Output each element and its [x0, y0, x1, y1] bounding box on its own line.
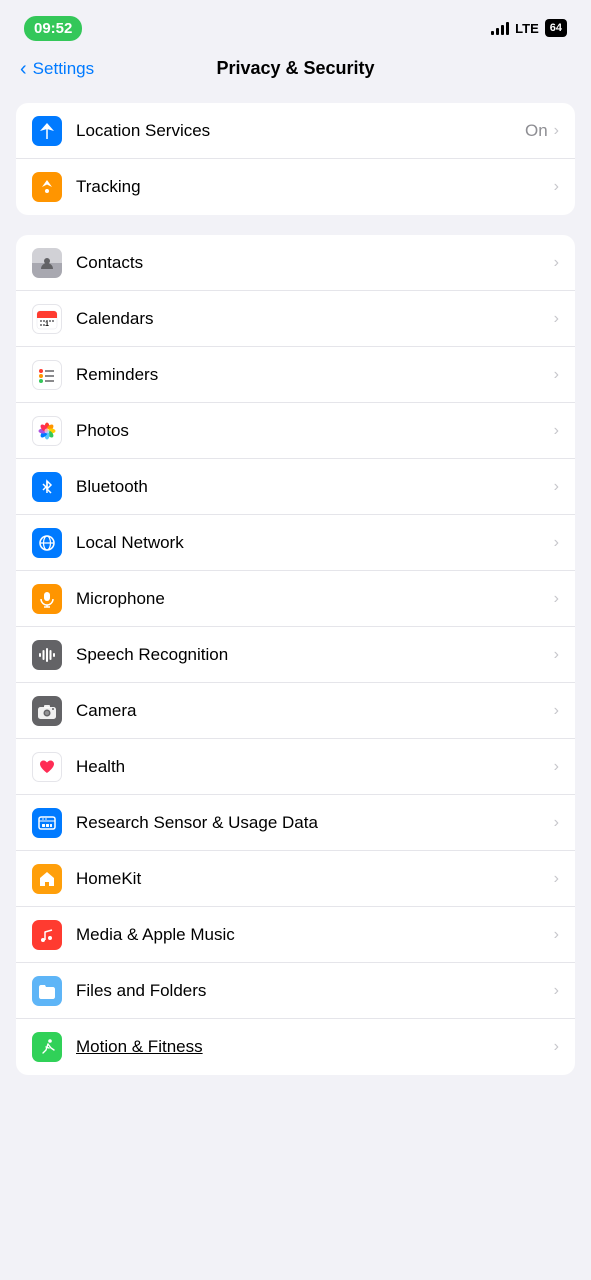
row-research-sensor[interactable]: Research Sensor & Usage Data ›: [16, 795, 575, 851]
bluetooth-chevron: ›: [554, 478, 559, 496]
research-sensor-label: Research Sensor & Usage Data: [76, 813, 554, 833]
battery-indicator: 64: [545, 19, 567, 37]
reminders-icon: [32, 360, 62, 390]
row-homekit[interactable]: HomeKit ›: [16, 851, 575, 907]
status-time: 09:52: [24, 16, 82, 41]
location-services-label: Location Services: [76, 121, 525, 141]
nav-bar: ‹ Settings Privacy & Security: [0, 50, 591, 95]
motion-fitness-label: Motion & Fitness: [76, 1037, 554, 1057]
photos-icon: [32, 416, 62, 446]
row-speech-recognition[interactable]: Speech Recognition ›: [16, 627, 575, 683]
calendars-icon: 1: [32, 304, 62, 334]
row-bluetooth[interactable]: Bluetooth ›: [16, 459, 575, 515]
health-chevron: ›: [554, 758, 559, 776]
row-files-and-folders[interactable]: Files and Folders ›: [16, 963, 575, 1019]
section-permissions: Contacts › 1: [16, 235, 575, 1075]
local-network-chevron: ›: [554, 534, 559, 552]
row-local-network[interactable]: Local Network ›: [16, 515, 575, 571]
bluetooth-icon: [32, 472, 62, 502]
motion-fitness-chevron: ›: [554, 1038, 559, 1056]
bluetooth-label: Bluetooth: [76, 477, 554, 497]
health-label: Health: [76, 757, 554, 777]
signal-bar-1: [491, 31, 494, 35]
homekit-chevron: ›: [554, 870, 559, 888]
files-and-folders-chevron: ›: [554, 982, 559, 1000]
contacts-label: Contacts: [76, 253, 554, 273]
row-calendars[interactable]: 1 Calendars ›: [16, 291, 575, 347]
health-icon: [32, 752, 62, 782]
back-chevron-icon: ‹: [20, 59, 27, 79]
signal-bar-2: [496, 28, 499, 35]
content-area: Location Services On › Tracking ›: [0, 95, 591, 1103]
signal-bars: [491, 21, 509, 35]
motion-fitness-icon: [32, 1032, 62, 1062]
speech-recognition-label: Speech Recognition: [76, 645, 554, 665]
section-location-tracking: Location Services On › Tracking ›: [16, 103, 575, 215]
location-services-icon: [32, 116, 62, 146]
local-network-label: Local Network: [76, 533, 554, 553]
research-sensor-chevron: ›: [554, 814, 559, 832]
calendars-label: Calendars: [76, 309, 554, 329]
page-title: Privacy & Security: [216, 58, 374, 79]
microphone-icon: [32, 584, 62, 614]
homekit-label: HomeKit: [76, 869, 554, 889]
media-apple-music-chevron: ›: [554, 926, 559, 944]
tracking-label: Tracking: [76, 177, 554, 197]
research-sensor-icon: [32, 808, 62, 838]
camera-icon: [32, 696, 62, 726]
location-services-value: On: [525, 121, 548, 141]
contacts-chevron: ›: [554, 254, 559, 272]
row-motion-fitness[interactable]: Motion & Fitness ›: [16, 1019, 575, 1075]
back-label: Settings: [33, 59, 94, 79]
status-right: LTE 64: [491, 19, 567, 37]
row-camera[interactable]: Camera ›: [16, 683, 575, 739]
row-microphone[interactable]: Microphone ›: [16, 571, 575, 627]
photos-chevron: ›: [554, 422, 559, 440]
row-reminders[interactable]: Reminders ›: [16, 347, 575, 403]
homekit-icon: [32, 864, 62, 894]
signal-bar-3: [501, 25, 504, 35]
media-apple-music-icon: [32, 920, 62, 950]
row-location-services[interactable]: Location Services On ›: [16, 103, 575, 159]
contacts-icon: [32, 248, 62, 278]
row-contacts[interactable]: Contacts ›: [16, 235, 575, 291]
tracking-chevron: ›: [554, 178, 559, 196]
microphone-label: Microphone: [76, 589, 554, 609]
speech-recognition-chevron: ›: [554, 646, 559, 664]
camera-label: Camera: [76, 701, 554, 721]
reminders-chevron: ›: [554, 366, 559, 384]
speech-recognition-icon: [32, 640, 62, 670]
media-apple-music-label: Media & Apple Music: [76, 925, 554, 945]
location-services-chevron: ›: [554, 122, 559, 140]
camera-chevron: ›: [554, 702, 559, 720]
back-button[interactable]: ‹ Settings: [20, 59, 94, 79]
row-photos[interactable]: Photos ›: [16, 403, 575, 459]
calendars-chevron: ›: [554, 310, 559, 328]
files-and-folders-label: Files and Folders: [76, 981, 554, 1001]
row-health[interactable]: Health ›: [16, 739, 575, 795]
lte-label: LTE: [515, 21, 539, 36]
status-bar: 09:52 LTE 64: [0, 0, 591, 50]
tracking-icon: [32, 172, 62, 202]
signal-bar-4: [506, 22, 509, 35]
microphone-chevron: ›: [554, 590, 559, 608]
photos-label: Photos: [76, 421, 554, 441]
files-and-folders-icon: [32, 976, 62, 1006]
svg-text:1: 1: [45, 321, 49, 328]
row-tracking[interactable]: Tracking ›: [16, 159, 575, 215]
reminders-label: Reminders: [76, 365, 554, 385]
row-media-apple-music[interactable]: Media & Apple Music ›: [16, 907, 575, 963]
local-network-icon: [32, 528, 62, 558]
